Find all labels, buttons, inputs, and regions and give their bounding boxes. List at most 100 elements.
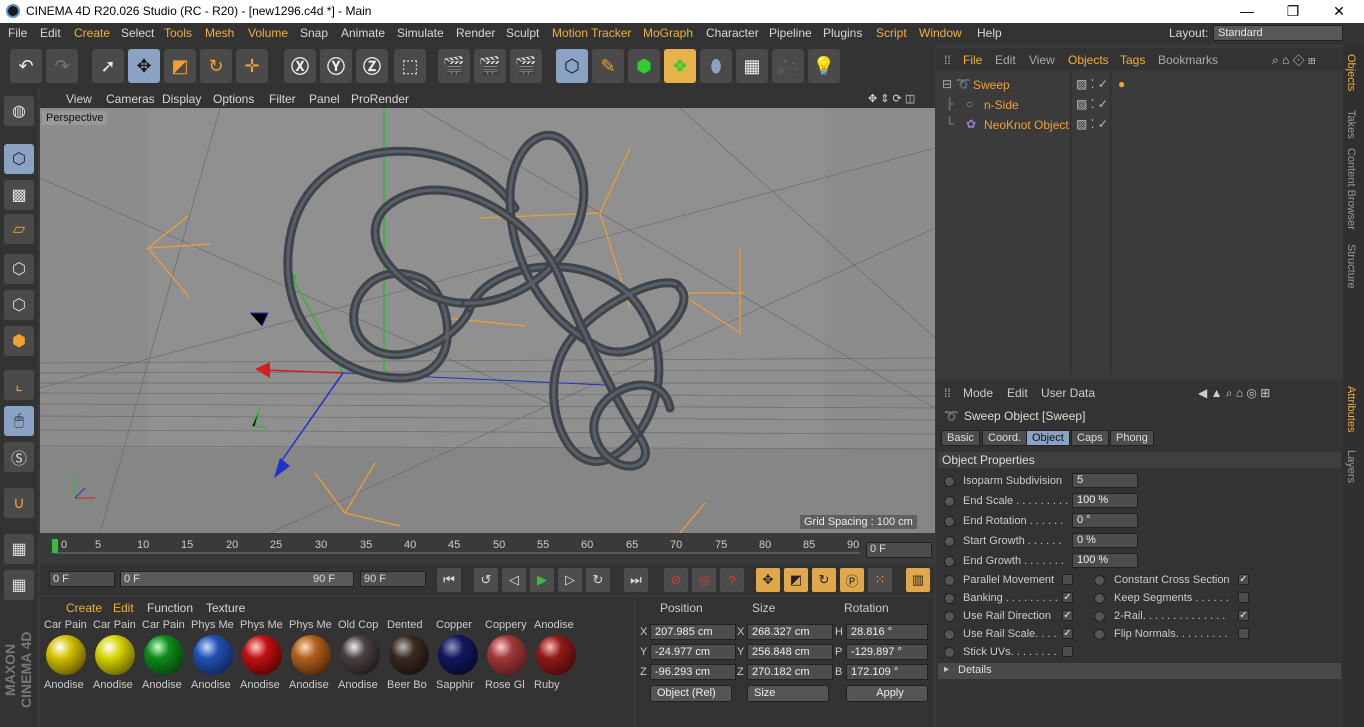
previous-frame-icon[interactable]: ◁ bbox=[502, 568, 526, 592]
flip-normals-checkbox[interactable] bbox=[1238, 628, 1249, 639]
menu-create[interactable]: Create bbox=[74, 26, 110, 40]
floor-icon[interactable]: ▦ bbox=[736, 49, 768, 83]
material-item[interactable]: Coppery Rose Gl bbox=[483, 619, 529, 691]
object-row-n-side[interactable]: ┣ ○ n-Side ▨ ⁚ ✓ bbox=[938, 94, 1342, 114]
vp-menu-filter[interactable]: Filter bbox=[269, 92, 296, 106]
menu-character[interactable]: Character bbox=[706, 26, 759, 40]
material-item[interactable]: Copper Sapphir bbox=[434, 619, 480, 691]
points-mode-icon[interactable]: ⬡ bbox=[4, 254, 34, 284]
animate-radio[interactable] bbox=[944, 536, 955, 547]
animate-radio[interactable] bbox=[944, 476, 955, 487]
tab-object[interactable]: Object bbox=[1026, 430, 1070, 446]
workplane-lock-icon[interactable]: ▦ bbox=[4, 534, 34, 564]
tab-caps[interactable]: Caps bbox=[1071, 430, 1109, 446]
menu-snap[interactable]: Snap bbox=[300, 26, 328, 40]
obj-menu-bookmarks[interactable]: Bookmarks bbox=[1158, 53, 1218, 67]
make-editable-icon[interactable]: ◍ bbox=[4, 96, 34, 126]
animate-radio[interactable] bbox=[1094, 575, 1105, 586]
obj-menu-tags[interactable]: Tags bbox=[1120, 53, 1145, 67]
end-scale-field[interactable]: 100 % bbox=[1072, 493, 1138, 508]
banking-checkbox[interactable]: ✓ bbox=[1062, 592, 1073, 603]
material-item[interactable]: Car Pain Anodise bbox=[91, 619, 137, 691]
material-item[interactable]: Dented Beer Bo bbox=[385, 619, 431, 691]
menu-render[interactable]: Render bbox=[456, 26, 495, 40]
subdivision-icon[interactable]: ⬢ bbox=[628, 49, 660, 83]
menu-mesh[interactable]: Mesh bbox=[205, 26, 234, 40]
current-frame-field[interactable]: 0 F bbox=[866, 542, 932, 558]
vp-menu-prorender[interactable]: ProRender bbox=[351, 92, 409, 106]
vp-menu-display[interactable]: Display bbox=[162, 92, 201, 106]
visibility-toggles[interactable]: ▨ ⁚ ✓ bbox=[1076, 97, 1108, 111]
magnet-icon[interactable]: ∪ bbox=[4, 488, 34, 518]
menu-simulate[interactable]: Simulate bbox=[397, 26, 444, 40]
coordinate-mode-dropdown[interactable]: Object (Rel) bbox=[650, 685, 732, 702]
viewport-3d[interactable] bbox=[40, 108, 935, 533]
scale-icon[interactable]: ◩ bbox=[164, 49, 196, 83]
menu-help[interactable]: Help bbox=[977, 26, 1002, 40]
obj-menu-view[interactable]: View bbox=[1029, 53, 1055, 67]
animate-radio[interactable] bbox=[944, 593, 955, 604]
material-item[interactable]: Phys Me Anodise bbox=[287, 619, 333, 691]
tweak-mode-icon[interactable]: 🖱 bbox=[4, 406, 34, 436]
obj-menu-file[interactable]: File bbox=[963, 53, 982, 67]
record-parameter-icon[interactable]: Ⓟ bbox=[840, 568, 864, 592]
camera-icon[interactable]: 🎥 bbox=[772, 49, 804, 83]
vtab-attributes[interactable]: Attributes bbox=[1345, 386, 1357, 432]
coordinate-system-icon[interactable]: ⬚ bbox=[394, 49, 426, 83]
z-axis-lock-icon[interactable]: Ⓩ bbox=[356, 49, 388, 83]
x-axis-lock-icon[interactable]: Ⓧ bbox=[284, 49, 316, 83]
menu-script[interactable]: Script bbox=[876, 26, 907, 40]
vp-menu-cameras[interactable]: Cameras bbox=[106, 92, 155, 106]
polygons-mode-icon[interactable]: ⬢ bbox=[4, 326, 34, 356]
start-growth-field[interactable]: 0 % bbox=[1072, 533, 1138, 548]
constant-cross-section-checkbox[interactable]: ✓ bbox=[1238, 574, 1249, 585]
vtab-layers[interactable]: Layers bbox=[1345, 450, 1357, 483]
vtab-content-browser[interactable]: Content Browser bbox=[1345, 148, 1357, 230]
animate-radio[interactable] bbox=[944, 647, 955, 658]
rotation-b-field[interactable]: 172.109 ° bbox=[846, 664, 928, 680]
menu-pipeline[interactable]: Pipeline bbox=[769, 26, 812, 40]
size-z-field[interactable]: 270.182 cm bbox=[747, 664, 833, 680]
autokey-icon[interactable]: ◎ bbox=[692, 568, 716, 592]
deformer-icon[interactable]: ⬮ bbox=[700, 49, 732, 83]
vtab-objects[interactable]: Objects bbox=[1345, 54, 1357, 91]
mat-menu-texture[interactable]: Texture bbox=[206, 601, 245, 615]
animate-radio[interactable] bbox=[944, 496, 955, 507]
object-row-sweep[interactable]: ⊟ ➰ Sweep ▨ ⁚ ✓ ● bbox=[938, 74, 1342, 94]
tab-coord[interactable]: Coord. bbox=[982, 430, 1028, 446]
undo-icon[interactable]: ↶ bbox=[10, 49, 42, 83]
cloner-icon[interactable]: ❖ bbox=[664, 49, 696, 83]
object-row-neoknot[interactable]: ┗ ✿ NeoKnot Object ▨ ⁚ ✓ bbox=[938, 114, 1342, 134]
position-y-field[interactable]: -24.977 cm bbox=[650, 644, 736, 660]
material-item[interactable]: Car Pain Anodise bbox=[140, 619, 186, 691]
menu-plugins[interactable]: Plugins bbox=[823, 26, 862, 40]
tab-basic[interactable]: Basic bbox=[941, 430, 980, 446]
y-axis-lock-icon[interactable]: Ⓨ bbox=[320, 49, 352, 83]
obj-menu-objects[interactable]: Objects bbox=[1068, 53, 1109, 67]
apply-button[interactable]: Apply bbox=[846, 685, 928, 702]
layout-select[interactable]: Standard bbox=[1213, 25, 1343, 41]
record-pla-icon[interactable]: ⁙ bbox=[868, 568, 892, 592]
end-rotation-field[interactable]: 0 ° bbox=[1072, 513, 1138, 528]
render-settings-icon[interactable]: 🎬 bbox=[510, 49, 542, 83]
render-view-icon[interactable]: 🎬 bbox=[438, 49, 470, 83]
material-item[interactable]: Old Cop Anodise bbox=[336, 619, 382, 691]
go-to-end-icon[interactable]: ⏭ bbox=[624, 568, 648, 592]
model-mode-icon[interactable]: ⬡ bbox=[4, 144, 34, 174]
live-selection-icon[interactable]: ➚ bbox=[92, 49, 124, 83]
menu-volume[interactable]: Volume bbox=[248, 26, 288, 40]
menu-mograph[interactable]: MoGraph bbox=[643, 26, 693, 40]
size-mode-dropdown[interactable]: Size bbox=[747, 685, 829, 702]
visibility-toggles[interactable]: ▨ ⁚ ✓ bbox=[1076, 77, 1108, 91]
next-frame-icon[interactable]: ▷ bbox=[558, 568, 582, 592]
menu-tools[interactable]: Tools bbox=[164, 26, 192, 40]
restore-button[interactable]: ❐ bbox=[1270, 0, 1316, 23]
obj-search-icon[interactable]: ⌕ ⌂ ⟐ ⊞ bbox=[1272, 53, 1316, 68]
mat-menu-function[interactable]: Function bbox=[147, 601, 193, 615]
obj-menu-edit[interactable]: Edit bbox=[995, 53, 1016, 67]
menu-animate[interactable]: Animate bbox=[341, 26, 385, 40]
snap-icon[interactable]: Ⓢ bbox=[4, 442, 34, 472]
animate-radio[interactable] bbox=[1094, 593, 1105, 604]
locked-workplane-icon[interactable]: ▦ bbox=[4, 570, 34, 600]
edges-mode-icon[interactable]: ⬡ bbox=[4, 290, 34, 320]
